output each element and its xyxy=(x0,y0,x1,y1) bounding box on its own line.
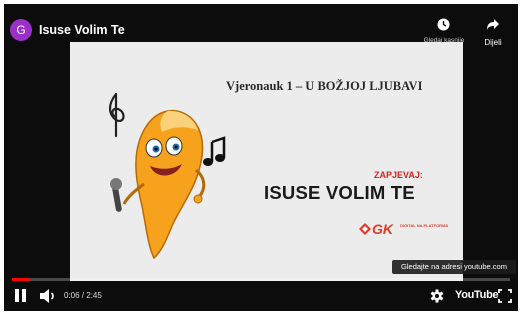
share-label: Dijeli xyxy=(484,38,502,47)
fullscreen-icon[interactable] xyxy=(498,288,512,304)
slide-kicker: ZAPJEVAJ: xyxy=(374,170,423,180)
clock-icon xyxy=(437,18,450,31)
video-player[interactable]: Vjeronauk 1 – U BOŽJOJ LJUBAVI ZAPJEVAJ:… xyxy=(4,4,518,311)
settings-icon[interactable] xyxy=(430,288,444,304)
player-controls: 0:06 / 2:45 YouTube xyxy=(4,281,518,311)
logo-mark-icon xyxy=(359,223,371,235)
watch-on-youtube-tooltip[interactable]: Gledajte na adresi youtube.com xyxy=(392,260,516,274)
slide-title: ISUSE VOLIM TE xyxy=(264,182,415,203)
pause-icon-bar xyxy=(22,289,26,302)
volume-icon[interactable] xyxy=(39,288,57,304)
pencil-mascot-illustration xyxy=(108,92,226,260)
video-frame[interactable]: Vjeronauk 1 – U BOŽJOJ LJUBAVI ZAPJEVAJ:… xyxy=(70,42,463,281)
watch-later-button[interactable]: Gledaj kasnije xyxy=(417,18,471,52)
logo-text: GK xyxy=(372,221,393,237)
channel-avatar[interactable]: G xyxy=(10,19,32,41)
watch-later-label: Gledaj kasnije xyxy=(423,37,465,44)
logo-subtext: DIGITAL NA PLATFORMA xyxy=(400,223,449,228)
player-top-bar: G Isuse Volim Te Gledaj kasnije Dijeli xyxy=(4,4,518,47)
youtube-logo[interactable]: YouTube xyxy=(455,289,499,301)
video-title[interactable]: Isuse Volim Te xyxy=(39,23,125,37)
share-icon xyxy=(487,19,499,30)
share-button[interactable]: Dijeli xyxy=(478,18,508,52)
time-display: 0:06 / 2:45 xyxy=(64,291,102,300)
pause-icon xyxy=(15,289,19,302)
publisher-logo: GK DIGITAL NA PLATFORMA xyxy=(358,220,448,242)
play-pause-button[interactable] xyxy=(14,288,28,304)
slide-subtitle: Vjeronauk 1 – U BOŽJOJ LJUBAVI xyxy=(226,79,423,93)
